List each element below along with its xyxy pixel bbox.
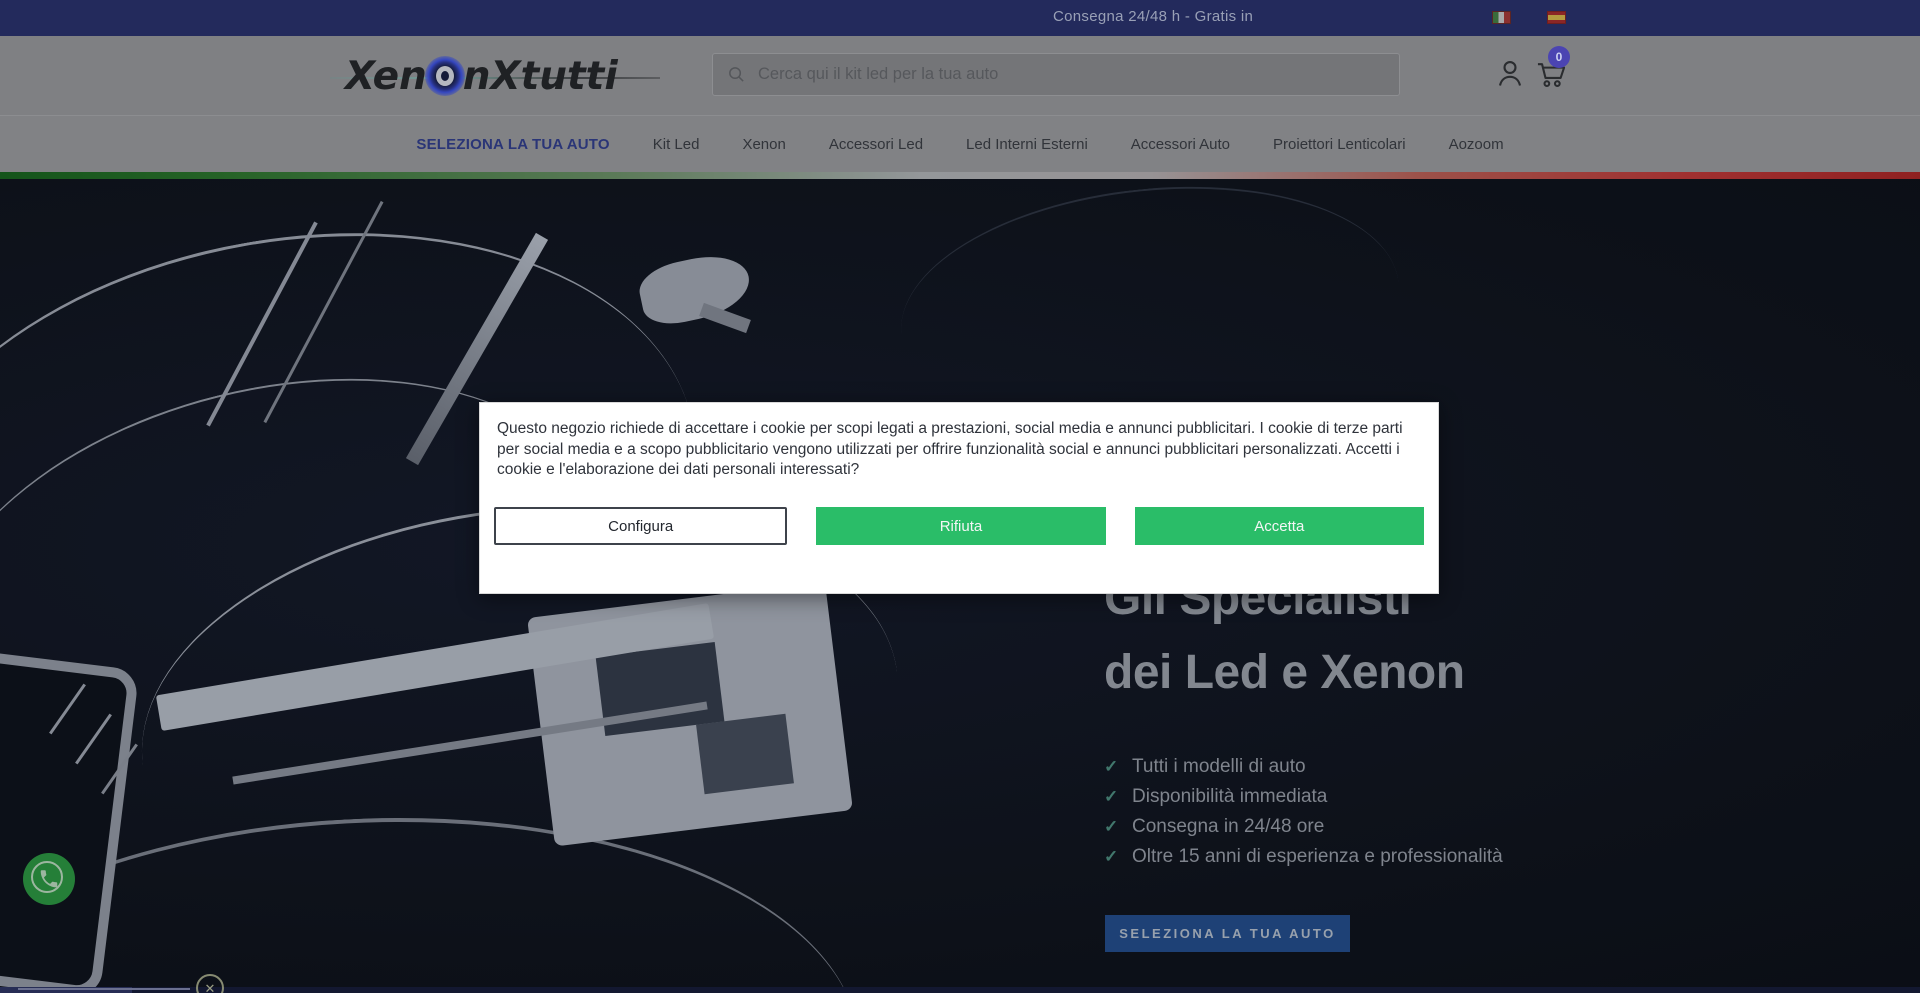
- feature-item: ✓Disponibilità immediata: [1104, 782, 1503, 812]
- logo-headlight-orb-icon: [425, 56, 465, 96]
- hero-feature-list: ✓Tutti i modelli di auto ✓Disponibilità …: [1104, 752, 1503, 872]
- whatsapp-button[interactable]: [23, 853, 75, 905]
- nav-item-accessori-auto[interactable]: Accessori Auto: [1131, 136, 1230, 153]
- italian-flag-icon[interactable]: [1492, 11, 1511, 24]
- check-icon: ✓: [1104, 757, 1132, 777]
- bottom-banner-edge: [18, 988, 190, 990]
- bottom-banner-strip: [0, 987, 1920, 993]
- nav-item-kit-led[interactable]: Kit Led: [653, 136, 700, 153]
- shipping-marquee-text: Consegna 24/48 h - Gratis in: [1053, 8, 1253, 25]
- cookie-message: Questo negozio richiede di accettare i c…: [480, 403, 1425, 481]
- configure-cookies-button[interactable]: Configura: [494, 507, 787, 545]
- feature-item: ✓Oltre 15 anni di esperienza e professio…: [1104, 842, 1503, 872]
- accept-cookies-button[interactable]: Accetta: [1135, 507, 1424, 545]
- hero-select-car-button[interactable]: SELEZIONA LA TUA AUTO: [1105, 915, 1350, 952]
- nav-item-proiettori-lenticolari[interactable]: Proiettori Lenticolari: [1273, 136, 1406, 153]
- nav-item-accessori-led[interactable]: Accessori Led: [829, 136, 923, 153]
- user-icon: [1494, 56, 1526, 91]
- check-icon: ✓: [1104, 817, 1132, 837]
- search-input[interactable]: [756, 64, 1385, 85]
- cookie-consent-dialog: Questo negozio richiede di accettare i c…: [479, 402, 1439, 594]
- hero-title-line2: dei Led e Xenon: [1104, 646, 1465, 699]
- header: Xen nXtutti 0: [0, 36, 1920, 115]
- nav-item-led-interni-esterni[interactable]: Led Interni Esterni: [966, 136, 1088, 153]
- phone-icon: [38, 868, 60, 890]
- topbar: Consegna 24/48 h - Gratis in: [0, 0, 1920, 36]
- feature-item: ✓Consegna in 24/48 ore: [1104, 812, 1503, 842]
- feature-item: ✓Tutti i modelli di auto: [1104, 752, 1503, 782]
- page-root: Consegna 24/48 h - Gratis in Xen nXtutti: [0, 0, 1920, 993]
- account-button[interactable]: [1494, 56, 1526, 94]
- spanish-flag-icon[interactable]: [1547, 11, 1566, 24]
- check-icon: ✓: [1104, 847, 1132, 867]
- logo-text-left: Xen: [345, 54, 427, 99]
- main-nav: SELEZIONA LA TUA AUTO Kit Led Xenon Acce…: [0, 115, 1920, 172]
- logo-text-right: nXtutti: [463, 54, 618, 99]
- logo[interactable]: Xen nXtutti: [345, 46, 618, 106]
- search-bar: [712, 53, 1400, 96]
- check-icon: ✓: [1104, 787, 1132, 807]
- cart-button[interactable]: 0: [1532, 58, 1570, 94]
- nav-item-seleziona-auto[interactable]: SELEZIONA LA TUA AUTO: [416, 136, 609, 153]
- search-icon: [727, 65, 746, 84]
- cookie-dialog-buttons: Configura Rifiuta Accetta: [480, 507, 1438, 545]
- cart-count-badge: 0: [1548, 46, 1570, 68]
- italian-tricolor-stripe: [0, 172, 1920, 179]
- reject-cookies-button[interactable]: Rifiuta: [816, 507, 1105, 545]
- nav-item-aozoom[interactable]: Aozoom: [1449, 136, 1504, 153]
- nav-item-xenon[interactable]: Xenon: [742, 136, 785, 153]
